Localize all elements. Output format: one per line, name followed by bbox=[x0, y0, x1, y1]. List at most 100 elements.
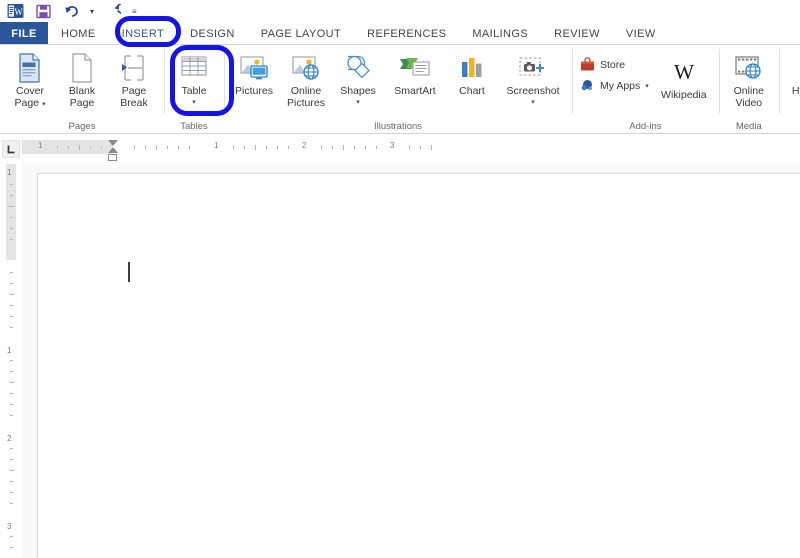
document-page[interactable] bbox=[37, 173, 800, 558]
undo-icon[interactable] bbox=[62, 2, 80, 20]
my-apps-caret-icon[interactable]: ▾ bbox=[645, 82, 649, 90]
screenshot-button[interactable]: Screenshot ▾ bbox=[498, 48, 568, 107]
ribbon-group-addins: Store My Apps ▾ W Wikipedia Add-ins bbox=[572, 45, 719, 134]
undo-dropdown-caret-icon[interactable]: ▾ bbox=[90, 7, 94, 16]
table-label: Table bbox=[181, 85, 207, 97]
tab-design[interactable]: DESIGN bbox=[177, 22, 248, 45]
ribbon-group-label-tables: Tables bbox=[180, 121, 208, 132]
customize-quick-access-icon[interactable]: ≡ bbox=[132, 7, 137, 16]
ribbon-group-label-illustrations: Illustrations bbox=[373, 121, 423, 132]
tab-insert[interactable]: INSERT bbox=[108, 22, 178, 45]
wikipedia-icon: W bbox=[668, 56, 700, 88]
screenshot-label: Screenshot bbox=[506, 85, 560, 97]
redo-icon[interactable] bbox=[104, 2, 122, 20]
table-caret-icon[interactable]: ▾ bbox=[192, 99, 196, 107]
shapes-button[interactable]: Shapes ▾ bbox=[332, 48, 384, 107]
quick-access-toolbar: W ▾ ≡ bbox=[0, 0, 800, 22]
smartart-icon bbox=[398, 52, 432, 84]
first-line-indent-marker[interactable] bbox=[108, 140, 118, 146]
ruler-label-0: 1 bbox=[38, 141, 43, 150]
ribbon-group-label-links: Links bbox=[783, 119, 800, 134]
chart-button[interactable]: Chart bbox=[446, 48, 498, 98]
blank-page-icon bbox=[69, 52, 95, 84]
blank-page-label-line2: Page bbox=[69, 96, 95, 109]
my-apps-label: My Apps bbox=[600, 79, 641, 92]
ruler-label-3: 3 bbox=[390, 141, 395, 150]
cover-page-icon bbox=[17, 52, 43, 84]
tab-references[interactable]: REFERENCES bbox=[354, 22, 459, 45]
wikipedia-button[interactable]: W Wikipedia bbox=[653, 48, 715, 102]
page-break-icon bbox=[119, 52, 149, 84]
shapes-caret-icon[interactable]: ▾ bbox=[356, 99, 360, 107]
hyperlink-button[interactable]: Hyperlink bbox=[783, 48, 800, 98]
vertical-ruler-top-margin bbox=[6, 164, 16, 260]
ribbon-group-label-addins: Add-ins bbox=[629, 121, 662, 132]
pictures-icon bbox=[238, 52, 270, 84]
my-apps-icon bbox=[580, 78, 595, 93]
smartart-button[interactable]: SmartArt bbox=[384, 48, 446, 98]
store-button[interactable]: Store bbox=[576, 54, 653, 75]
my-apps-button[interactable]: My Apps ▾ bbox=[576, 75, 653, 96]
cover-page-label-line2: Page bbox=[14, 96, 40, 109]
hyperlink-label: Hyperlink bbox=[791, 85, 800, 97]
document-workspace[interactable] bbox=[22, 164, 800, 558]
ribbon-group-pages: Cover Page ▾ Blank Page Page Break Pages bbox=[0, 45, 164, 134]
document-area: 1 1 2 3 bbox=[0, 164, 800, 558]
wikipedia-label: Wikipedia bbox=[661, 89, 707, 101]
vruler-label-3: 3 bbox=[7, 522, 12, 531]
save-icon[interactable] bbox=[34, 2, 52, 20]
hanging-indent-marker[interactable] bbox=[108, 147, 118, 153]
ruler-label-2: 2 bbox=[302, 141, 307, 150]
table-button[interactable]: Table ▾ bbox=[168, 48, 220, 107]
text-cursor bbox=[128, 262, 130, 282]
vruler-label-0: 1 bbox=[7, 168, 12, 177]
screenshot-icon bbox=[517, 52, 549, 84]
pictures-button[interactable]: Pictures bbox=[228, 48, 280, 98]
cover-page-button[interactable]: Cover Page ▾ bbox=[4, 48, 56, 110]
horizontal-ruler[interactable]: 1 1 2 3 bbox=[22, 134, 800, 164]
tab-page-layout[interactable]: PAGE LAYOUT bbox=[248, 22, 354, 45]
tab-home[interactable]: HOME bbox=[48, 22, 109, 45]
tab-stop-selector[interactable] bbox=[0, 134, 22, 164]
left-indent-marker[interactable] bbox=[108, 154, 117, 161]
tab-mailings[interactable]: MAILINGS bbox=[459, 22, 541, 45]
vruler-label-1: 1 bbox=[7, 346, 12, 355]
shapes-label: Shapes bbox=[340, 85, 376, 97]
screenshot-caret-icon[interactable]: ▾ bbox=[531, 99, 535, 107]
left-tab-stop-icon[interactable] bbox=[2, 140, 20, 158]
ruler-label-1: 1 bbox=[214, 141, 219, 150]
page-break-button[interactable]: Page Break bbox=[108, 48, 160, 109]
ribbon-tab-bar: FILE HOME INSERT DESIGN PAGE LAYOUT REFE… bbox=[0, 22, 800, 45]
pictures-label: Pictures bbox=[235, 85, 273, 97]
blank-page-button[interactable]: Blank Page bbox=[56, 48, 108, 109]
page-break-label-line1: Page bbox=[121, 85, 147, 97]
ribbon-group-label-media: Media bbox=[735, 121, 762, 132]
shapes-icon bbox=[342, 52, 374, 84]
svg-text:W: W bbox=[674, 60, 694, 84]
ribbon: Cover Page ▾ Blank Page Page Break Pages… bbox=[0, 45, 800, 134]
vruler-label-2: 2 bbox=[7, 434, 12, 443]
cover-page-caret-icon[interactable]: ▾ bbox=[42, 101, 46, 108]
online-pictures-button[interactable]: Online Pictures bbox=[280, 48, 332, 109]
ruler-track bbox=[22, 140, 800, 154]
tab-file[interactable]: FILE bbox=[0, 22, 48, 45]
tab-view[interactable]: VIEW bbox=[613, 22, 669, 45]
ribbon-group-label-pages: Pages bbox=[68, 121, 96, 132]
store-label: Store bbox=[600, 58, 626, 71]
online-pictures-icon bbox=[290, 52, 322, 84]
chart-label: Chart bbox=[459, 85, 485, 97]
online-video-icon bbox=[733, 52, 765, 84]
table-icon bbox=[179, 52, 209, 84]
chart-icon bbox=[458, 52, 486, 84]
online-pictures-label-line2: Pictures bbox=[287, 96, 325, 109]
tab-review[interactable]: REVIEW bbox=[541, 22, 613, 45]
page-break-label-line2: Break bbox=[120, 96, 148, 109]
svg-text:W: W bbox=[14, 7, 23, 17]
word-logo-icon: W bbox=[6, 2, 24, 20]
ribbon-group-illustrations: Pictures Online Pictures Shapes ▾ SmartA… bbox=[224, 45, 572, 134]
ribbon-group-links: Hyperlink Bookmark bbox=[778, 45, 800, 134]
word-application-window: W ▾ ≡ FILE HOME INSERT DESIGN PAGE LAYOU… bbox=[0, 0, 800, 558]
ribbon-group-tables: Table ▾ Tables bbox=[164, 45, 224, 134]
online-video-button[interactable]: Online Video bbox=[723, 48, 775, 109]
vertical-ruler[interactable]: 1 1 2 3 bbox=[0, 164, 22, 558]
